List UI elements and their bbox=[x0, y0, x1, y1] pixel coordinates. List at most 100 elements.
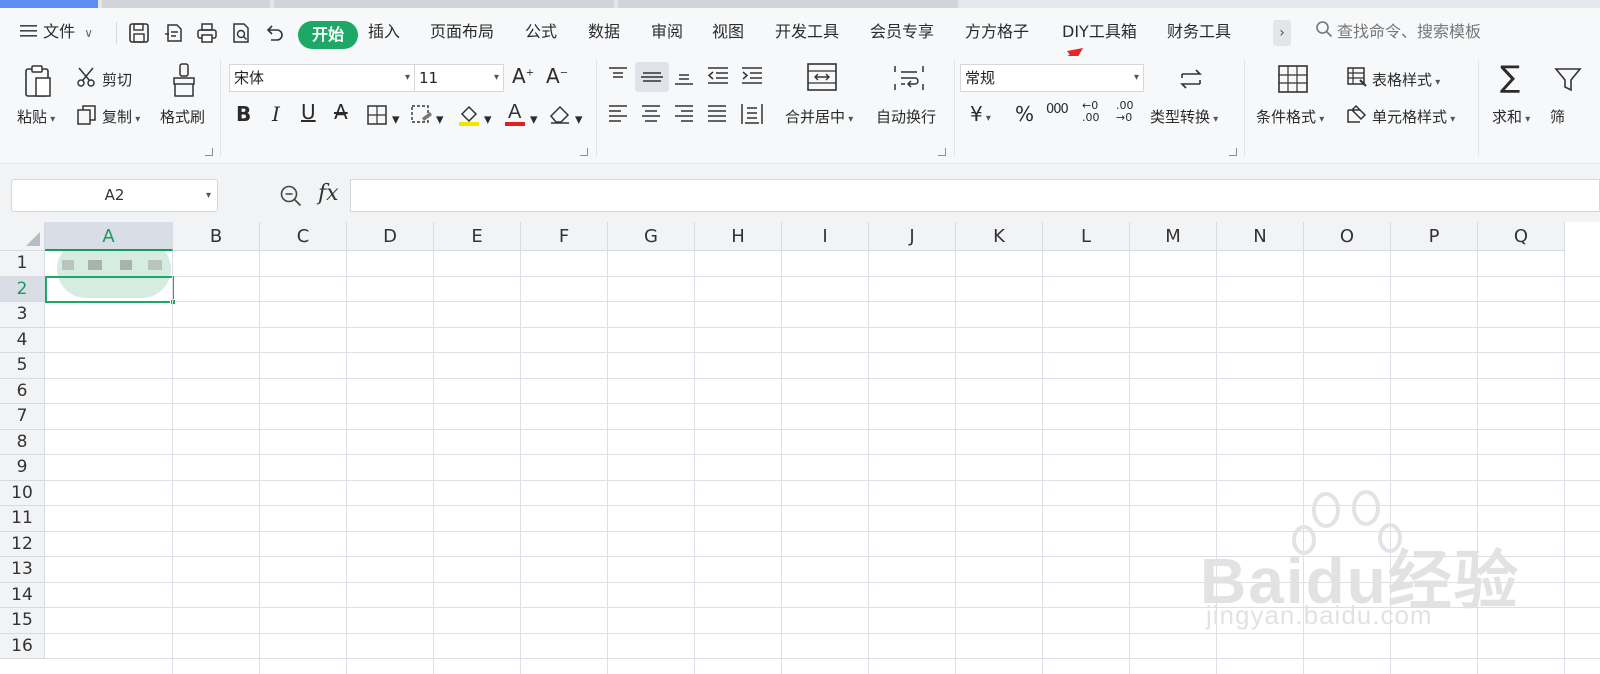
tab-insert[interactable]: 插入 bbox=[368, 8, 400, 56]
active-window-tab[interactable] bbox=[0, 0, 98, 8]
row-header-7[interactable]: 7 bbox=[0, 404, 45, 430]
sum-button[interactable]: 求和 ▾ bbox=[1492, 106, 1530, 127]
row-header-10[interactable]: 10 bbox=[0, 480, 45, 506]
increase-decimal-button[interactable]: ←0 .00 bbox=[1082, 100, 1106, 124]
align-left-icon[interactable] bbox=[607, 104, 629, 128]
column-header-l[interactable]: L bbox=[1043, 222, 1130, 251]
window-tab[interactable] bbox=[274, 0, 614, 8]
increase-font-icon[interactable]: A+ bbox=[512, 64, 534, 88]
eraser-icon[interactable] bbox=[548, 103, 572, 129]
table-style-icon[interactable] bbox=[1346, 66, 1368, 92]
row-header-16[interactable]: 16 bbox=[0, 633, 45, 659]
decrease-font-icon[interactable]: A− bbox=[546, 64, 568, 88]
file-menu[interactable]: 文件 ∨ bbox=[20, 8, 93, 56]
font-size-select[interactable]: 11 ▾ bbox=[414, 64, 504, 92]
row-header-12[interactable]: 12 bbox=[0, 531, 45, 557]
paste-button[interactable]: 粘贴 ▾ bbox=[17, 106, 55, 127]
formula-input[interactable] bbox=[350, 179, 1600, 212]
chevron-down-icon[interactable]: ▾ bbox=[575, 110, 583, 128]
row-header-6[interactable]: 6 bbox=[0, 378, 45, 404]
number-launcher[interactable] bbox=[1229, 148, 1237, 156]
selected-cell-a2[interactable] bbox=[45, 276, 176, 305]
column-header-d[interactable]: D bbox=[347, 222, 434, 251]
column-header-m[interactable]: M bbox=[1130, 222, 1217, 251]
select-all-corner[interactable] bbox=[0, 222, 45, 251]
column-header-h[interactable]: H bbox=[695, 222, 782, 251]
merge-center-icon[interactable] bbox=[806, 62, 838, 96]
table-style-button[interactable]: 表格样式 ▾ bbox=[1372, 69, 1440, 90]
conditional-format-button[interactable]: 条件格式 ▾ bbox=[1256, 106, 1324, 127]
row-header-5[interactable]: 5 bbox=[0, 353, 45, 379]
tab-fangfang-grid[interactable]: 方方格子 bbox=[965, 8, 1029, 56]
column-header-p[interactable]: P bbox=[1391, 222, 1478, 251]
increase-indent-icon[interactable] bbox=[740, 66, 764, 90]
format-painter-icon[interactable] bbox=[170, 62, 198, 102]
distributed-align-icon[interactable] bbox=[740, 102, 764, 130]
cell-fill-pattern-icon[interactable] bbox=[410, 104, 434, 130]
column-header-g[interactable]: G bbox=[608, 222, 695, 251]
chevron-down-icon[interactable]: ▾ bbox=[484, 110, 492, 128]
thousands-separator-button[interactable]: 000 bbox=[1046, 102, 1069, 117]
row-header-4[interactable]: 4 bbox=[0, 327, 45, 353]
tab-member[interactable]: 会员专享 bbox=[870, 8, 934, 56]
font-name-select[interactable]: 宋体 ▾ bbox=[229, 64, 415, 92]
row-header-15[interactable]: 15 bbox=[0, 608, 45, 634]
conditional-format-icon[interactable] bbox=[1277, 64, 1309, 98]
cut-button[interactable]: 剪切 bbox=[102, 69, 132, 90]
window-tab[interactable] bbox=[618, 0, 958, 8]
row-header-1[interactable]: 1 bbox=[0, 251, 45, 277]
copy-icon[interactable] bbox=[76, 104, 98, 130]
row-header-3[interactable]: 3 bbox=[0, 302, 45, 328]
command-search[interactable]: 查找命令、搜索模板 bbox=[1315, 8, 1481, 56]
column-header-q[interactable]: Q bbox=[1478, 222, 1565, 251]
align-middle-icon[interactable] bbox=[635, 62, 669, 92]
column-header-j[interactable]: J bbox=[869, 222, 956, 251]
row-header-13[interactable]: 13 bbox=[0, 557, 45, 583]
format-painter-button[interactable]: 格式刷 bbox=[160, 106, 205, 127]
align-right-icon[interactable] bbox=[673, 104, 695, 128]
column-header-f[interactable]: F bbox=[521, 222, 608, 251]
column-header-o[interactable]: O bbox=[1304, 222, 1391, 251]
percent-button[interactable]: % bbox=[1015, 102, 1034, 126]
zoom-formula-icon[interactable] bbox=[279, 184, 303, 208]
column-header-e[interactable]: E bbox=[434, 222, 521, 251]
underline-icon[interactable]: U bbox=[301, 100, 316, 124]
print-preview-icon[interactable] bbox=[230, 22, 252, 44]
decrease-indent-icon[interactable] bbox=[706, 66, 730, 90]
type-convert-button[interactable]: 类型转换 ▾ bbox=[1150, 106, 1218, 127]
column-header-k[interactable]: K bbox=[956, 222, 1043, 251]
paste-icon[interactable] bbox=[22, 64, 54, 102]
chevron-down-icon[interactable]: ▾ bbox=[392, 110, 400, 128]
row-header-2[interactable]: 2 bbox=[0, 276, 45, 302]
type-convert-icon[interactable] bbox=[1176, 64, 1206, 98]
wrap-text-icon[interactable] bbox=[893, 64, 925, 96]
fill-color-icon[interactable] bbox=[456, 102, 482, 132]
tab-formulas[interactable]: 公式 bbox=[525, 8, 557, 56]
window-tab[interactable] bbox=[102, 0, 270, 8]
chevron-down-icon[interactable]: ▾ bbox=[530, 110, 538, 128]
tab-developer[interactable]: 开发工具 bbox=[775, 8, 839, 56]
filter-button[interactable]: 筛 bbox=[1550, 106, 1565, 127]
border-icon[interactable] bbox=[366, 104, 388, 130]
row-header-9[interactable]: 9 bbox=[0, 455, 45, 481]
tab-home[interactable]: 开始 bbox=[298, 21, 358, 49]
filter-icon[interactable] bbox=[1554, 66, 1582, 98]
column-header-c[interactable]: C bbox=[260, 222, 347, 251]
cell-style-button[interactable]: 单元格样式 ▾ bbox=[1372, 106, 1455, 127]
save-icon[interactable] bbox=[128, 22, 150, 44]
column-header-n[interactable]: N bbox=[1217, 222, 1304, 251]
wrap-text-button[interactable]: 自动换行 bbox=[876, 106, 936, 127]
undo-icon[interactable] bbox=[263, 22, 285, 44]
scissors-icon[interactable] bbox=[76, 66, 98, 92]
row-header-8[interactable]: 8 bbox=[0, 429, 45, 455]
fill-handle[interactable] bbox=[170, 299, 176, 305]
row-header-14[interactable]: 14 bbox=[0, 582, 45, 608]
print-icon[interactable] bbox=[196, 22, 218, 44]
font-color-icon[interactable]: A bbox=[503, 100, 527, 132]
insert-function-icon[interactable]: fx bbox=[318, 181, 339, 206]
more-tabs-button[interactable]: › bbox=[1273, 20, 1291, 46]
justify-icon[interactable] bbox=[706, 104, 728, 128]
clipboard-launcher[interactable] bbox=[205, 148, 213, 156]
export-pdf-icon[interactable] bbox=[163, 22, 185, 44]
currency-button[interactable]: ¥ ▾ bbox=[970, 102, 991, 126]
